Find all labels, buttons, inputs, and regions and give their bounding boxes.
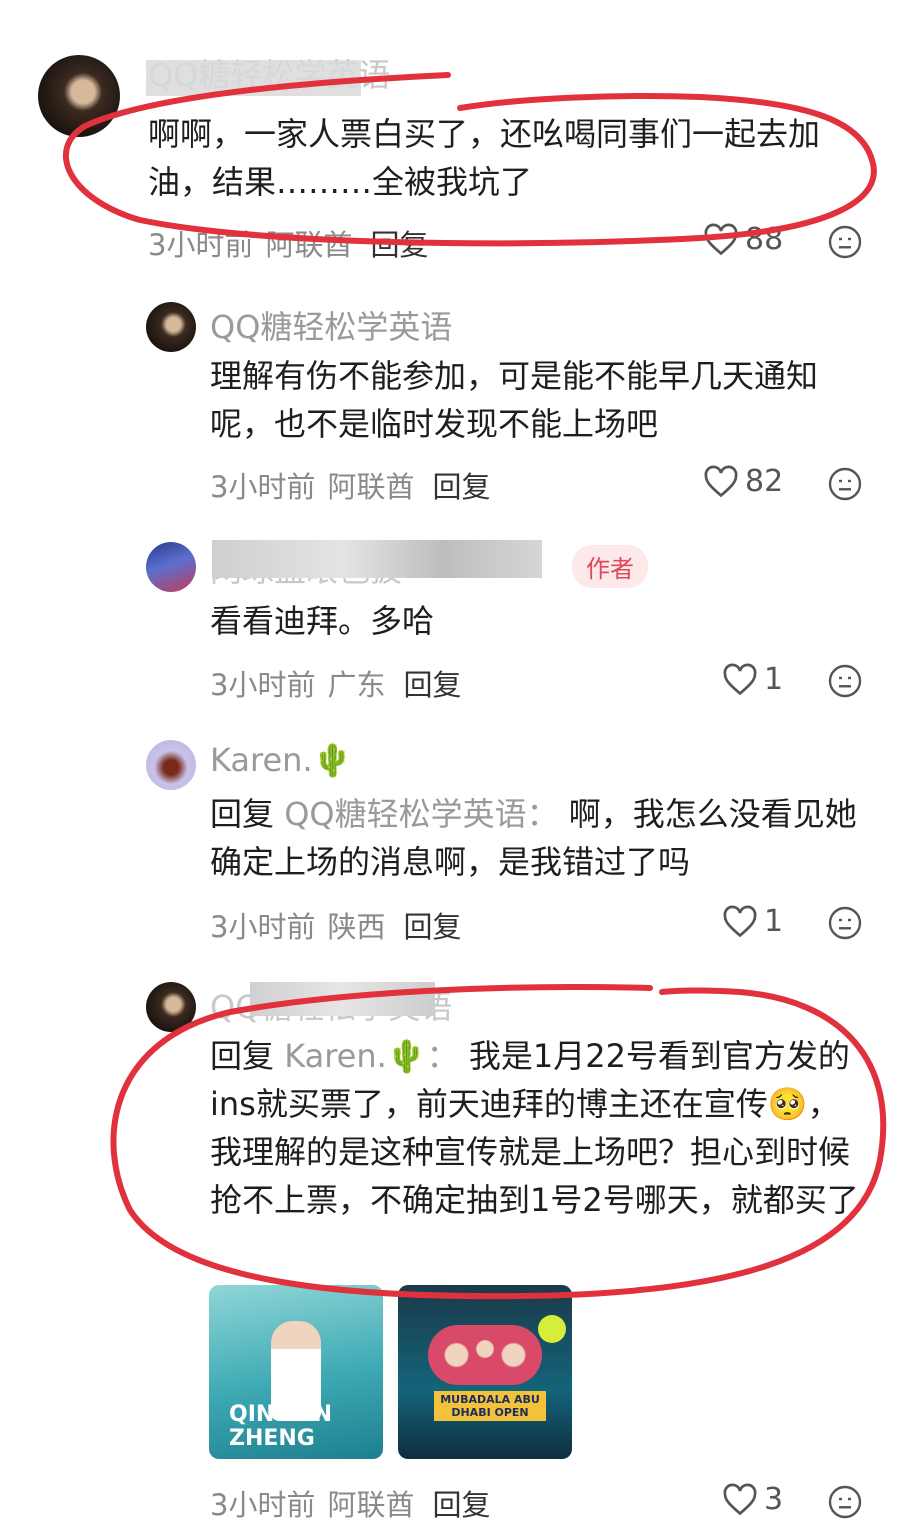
like-count: 3 (764, 1482, 784, 1517)
comment-author[interactable]: QQ糖轻松学英语 (210, 302, 452, 348)
comment-text: 啊啊，一家人票白买了，还吆喝同事们一起去加油，结果………全被我坑了 (148, 115, 821, 201)
comment-meta: 3小时前 阿联酋 回复 (210, 1482, 490, 1524)
comment-meta: 3小时前 阿联酋 回复 (210, 464, 490, 506)
comment-location: 阿联酋 (327, 1488, 415, 1522)
comment-text: 理解有伤不能参加，可是能不能早几天通知呢，也不是临时发现不能上场吧 (210, 357, 819, 443)
dislike-face-icon[interactable] (827, 224, 863, 260)
reply-prefix: 回复 (210, 795, 275, 833)
like-count: 1 (764, 904, 784, 939)
comment-time: 3小时前 (210, 470, 316, 504)
reply-button[interactable]: 回复 (403, 668, 461, 702)
comment-location: 陕西 (327, 910, 386, 944)
comment-location: 阿联酋 (265, 228, 353, 262)
comment-time: 3小时前 (210, 910, 316, 944)
name-blur (212, 540, 542, 578)
comment-time: 3小时前 (148, 228, 254, 262)
like-count: 82 (745, 464, 784, 499)
name-blur (250, 982, 435, 1016)
like-button[interactable]: 3 (722, 1482, 783, 1517)
comment-meta: 3小时前 阿联酋 回复 (148, 222, 428, 264)
players-group (428, 1325, 542, 1385)
name-blur (146, 60, 361, 96)
reply-target[interactable]: Karen.🌵： (284, 1037, 458, 1075)
tennis-ball-icon (538, 1315, 566, 1343)
heart-icon (723, 663, 757, 695)
heart-icon (723, 905, 757, 937)
reply-button[interactable]: 回复 (432, 1488, 490, 1522)
comment-location: 广东 (327, 668, 386, 702)
like-count: 1 (764, 662, 784, 697)
like-button[interactable]: 88 (703, 222, 783, 257)
comment-time: 3小时前 (210, 1488, 316, 1522)
comment-meta: 3小时前 广东 回复 (210, 662, 461, 704)
heart-icon (723, 1483, 757, 1515)
avatar[interactable] (146, 740, 196, 790)
like-count: 88 (745, 222, 784, 257)
comment-text: 看看迪拜。多哈 (210, 602, 435, 640)
dislike-face-icon[interactable] (827, 663, 863, 699)
dislike-face-icon[interactable] (827, 1484, 863, 1520)
reply-target[interactable]: QQ糖轻松学英语： (284, 795, 558, 833)
comment-time: 3小时前 (210, 668, 316, 702)
reply-button[interactable]: 回复 (403, 910, 461, 944)
avatar[interactable] (38, 55, 120, 137)
avatar[interactable] (146, 982, 196, 1032)
author-badge: 作者 (572, 545, 648, 588)
reply-button[interactable]: 回复 (432, 470, 490, 504)
image-caption: QINWEN ZHENG (229, 1402, 333, 1451)
comment-location: 阿联酋 (327, 470, 415, 504)
avatar[interactable] (146, 542, 196, 592)
image-caption: MUBADALA ABU DHABI OPEN (434, 1391, 546, 1421)
comment-author[interactable]: Karen.🌵 (210, 741, 352, 779)
attached-image[interactable]: MUBADALA ABU DHABI OPEN (398, 1285, 572, 1459)
comment-text: 回复 Karen.🌵： 我是1月22号看到官方发的ins就买票了，前天迪拜的博主… (210, 1032, 870, 1224)
dislike-face-icon[interactable] (827, 466, 863, 502)
heart-icon (704, 223, 738, 255)
reply-button[interactable]: 回复 (370, 228, 428, 262)
reply-prefix: 回复 (210, 1037, 275, 1075)
like-button[interactable]: 1 (722, 662, 783, 697)
dislike-face-icon[interactable] (827, 905, 863, 941)
attached-image[interactable]: QINWEN ZHENG (209, 1285, 383, 1459)
avatar[interactable] (146, 302, 196, 352)
comment-text: 回复 QQ糖轻松学英语： 啊，我怎么没看见她确定上场的消息啊，是我错过了吗 (210, 790, 870, 886)
heart-icon (704, 465, 738, 497)
like-button[interactable]: 1 (722, 904, 783, 939)
comment-meta: 3小时前 陕西 回复 (210, 904, 461, 946)
like-button[interactable]: 82 (703, 464, 783, 499)
